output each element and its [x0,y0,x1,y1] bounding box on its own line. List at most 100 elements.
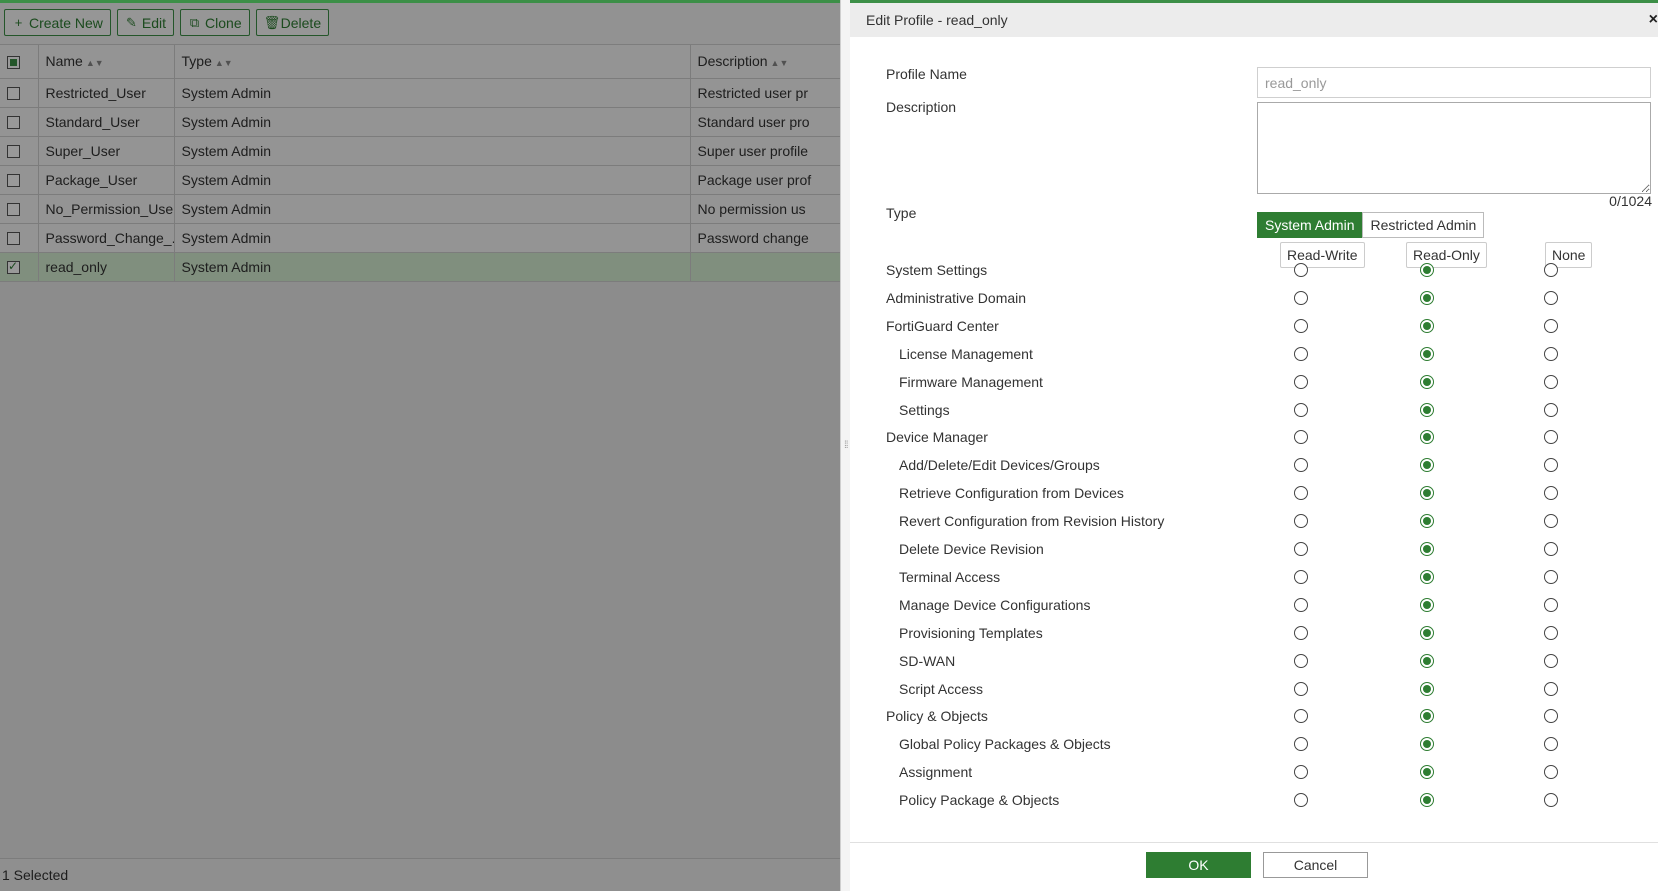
radio-read-write[interactable] [1294,625,1308,640]
radio-none[interactable] [1544,597,1558,612]
radio-read-only[interactable] [1420,709,1434,724]
radio-none[interactable] [1544,542,1558,556]
radio-read-only[interactable] [1420,458,1434,473]
radio-read-only[interactable] [1420,514,1434,529]
permission-label: Manage Device Configurations [899,596,1091,613]
radio-none[interactable] [1544,653,1558,668]
radio-read-only[interactable] [1420,793,1434,808]
panel-footer: OK Cancel [850,842,1658,891]
radio-read-only[interactable] [1420,486,1434,501]
close-icon[interactable]: × [1649,11,1658,29]
permission-row: Global Policy Packages & Objects [850,733,1658,761]
radio-none[interactable] [1544,346,1558,361]
radio-none[interactable] [1544,402,1558,417]
permission-row: Assignment [850,761,1658,789]
permission-row: System Settings [850,259,1658,287]
radio-none[interactable] [1544,625,1558,640]
radio-read-write[interactable] [1294,737,1308,752]
radio-read-write[interactable] [1294,597,1308,612]
radio-read-write[interactable] [1294,709,1308,724]
radio-read-write[interactable] [1294,765,1308,780]
type-label: Type [886,205,917,221]
permission-label: Policy & Objects [886,708,988,725]
profile-list-pane: + Create New ✎ Edit ⧉ Clone 🗑 Delete Nam… [0,0,841,891]
permission-label: Firmware Management [899,373,1043,390]
ok-button[interactable]: OK [1146,852,1251,878]
radio-none[interactable] [1544,318,1558,333]
permission-row: Manage Device Configurations [850,594,1658,622]
radio-none[interactable] [1544,765,1558,780]
permission-row: Revert Configuration from Revision Histo… [850,510,1658,538]
permission-row: Delete Device Revision [850,538,1658,566]
permission-label: Policy Package & Objects [899,792,1060,809]
radio-none[interactable] [1544,263,1558,277]
radio-none[interactable] [1544,737,1558,752]
radio-read-only[interactable] [1420,625,1434,640]
permission-row: Script Access [850,678,1658,706]
radio-read-only[interactable] [1420,765,1434,780]
radio-read-only[interactable] [1420,290,1434,305]
radio-none[interactable] [1544,793,1558,808]
permission-label: Revert Configuration from Revision Histo… [899,513,1165,530]
radio-read-only[interactable] [1420,597,1434,612]
radio-read-only[interactable] [1420,653,1434,668]
permission-row: Firmware Management [850,371,1658,399]
permission-row: License Management [850,343,1658,371]
radio-read-only[interactable] [1420,542,1434,556]
radio-read-only[interactable] [1420,374,1434,389]
radio-read-write[interactable] [1294,653,1308,668]
cancel-button[interactable]: Cancel [1263,852,1368,878]
permission-label: SD-WAN [899,652,956,669]
radio-none[interactable] [1544,458,1558,473]
type-toggle: System Admin Restricted Admin [1257,212,1485,238]
radio-read-write[interactable] [1294,430,1308,445]
permission-row: Administrative Domain [850,287,1658,315]
radio-read-write[interactable] [1294,542,1308,556]
radio-none[interactable] [1544,430,1558,445]
radio-none[interactable] [1544,486,1558,501]
description-textarea[interactable] [1257,102,1651,194]
radio-read-write[interactable] [1294,346,1308,361]
panel-title: Edit Profile - read_only [866,12,1008,28]
permission-row: FortiGuard Center [850,315,1658,343]
radio-read-write[interactable] [1294,793,1308,808]
type-option-restricted-admin[interactable]: Restricted Admin [1362,212,1485,238]
permission-label: License Management [899,345,1033,362]
pane-splitter[interactable]: ⁞⁞ [840,0,850,891]
radio-none[interactable] [1544,374,1558,389]
type-option-system-admin[interactable]: System Admin [1257,212,1363,238]
radio-read-write[interactable] [1294,569,1308,584]
radio-read-only[interactable] [1420,569,1434,584]
permission-label: Settings [899,401,950,418]
radio-read-only[interactable] [1420,263,1434,277]
permission-label: Global Policy Packages & Objects [899,736,1111,753]
radio-none[interactable] [1544,681,1558,696]
permission-label: Terminal Access [899,568,1001,585]
radio-read-write[interactable] [1294,374,1308,389]
permission-row: Retrieve Configuration from Devices [850,482,1658,510]
permission-row: Policy & Objects [850,705,1658,733]
radio-read-only[interactable] [1420,737,1434,752]
radio-read-write[interactable] [1294,318,1308,333]
radio-read-write[interactable] [1294,486,1308,501]
radio-read-write[interactable] [1294,290,1308,305]
profile-name-input[interactable] [1257,67,1651,98]
radio-read-only[interactable] [1420,346,1434,361]
radio-read-only[interactable] [1420,681,1434,696]
radio-read-write[interactable] [1294,402,1308,417]
radio-none[interactable] [1544,514,1558,529]
radio-read-write[interactable] [1294,458,1308,473]
permission-label: Delete Device Revision [899,541,1044,557]
radio-read-only[interactable] [1420,430,1434,445]
radio-read-write[interactable] [1294,263,1308,277]
permission-label: FortiGuard Center [886,317,999,334]
edit-profile-panel: Edit Profile - read_only × Profile Name … [850,0,1658,891]
radio-read-write[interactable] [1294,681,1308,696]
radio-read-write[interactable] [1294,514,1308,529]
radio-none[interactable] [1544,569,1558,584]
permission-label: Administrative Domain [886,289,1027,306]
radio-read-only[interactable] [1420,402,1434,417]
radio-none[interactable] [1544,709,1558,724]
radio-read-only[interactable] [1420,318,1434,333]
radio-none[interactable] [1544,290,1558,305]
